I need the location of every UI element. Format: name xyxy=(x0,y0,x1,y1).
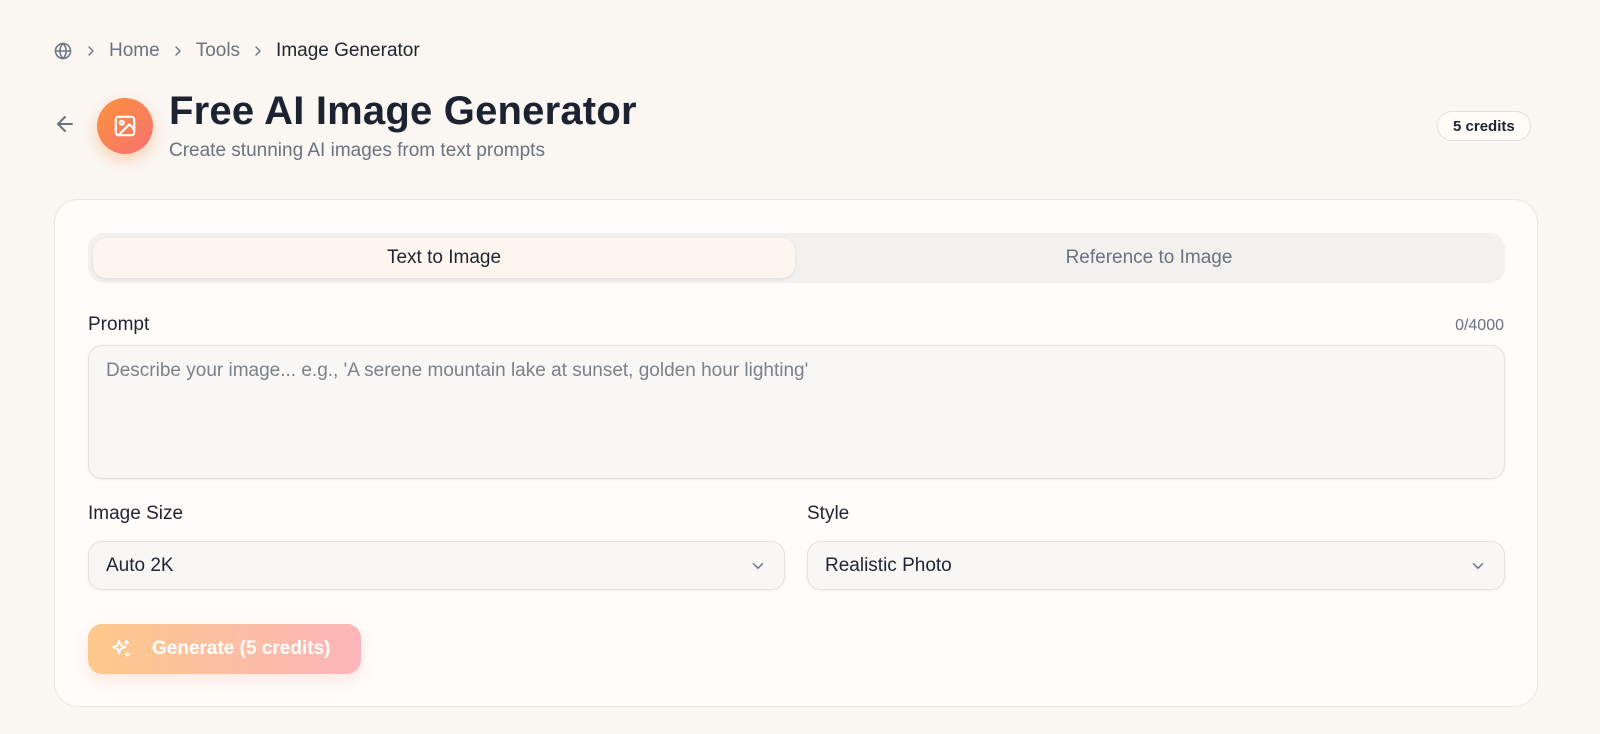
back-button[interactable] xyxy=(52,111,78,137)
sparkles-icon xyxy=(110,638,132,660)
image-size-select[interactable]: Auto 2K xyxy=(88,541,785,590)
chevron-right-icon xyxy=(250,43,266,59)
breadcrumb-tools-link[interactable]: Tools xyxy=(196,40,240,62)
tab-text-to-image[interactable]: Text to Image xyxy=(93,238,795,278)
globe-icon[interactable] xyxy=(53,41,73,61)
image-size-label: Image Size xyxy=(88,503,184,524)
prompt-label: Prompt xyxy=(88,314,150,335)
prompt-input[interactable] xyxy=(88,345,1505,479)
style-select[interactable]: Realistic Photo xyxy=(807,541,1505,590)
app-logo xyxy=(97,98,153,154)
prompt-char-counter: 0/4000 xyxy=(1455,317,1504,334)
page-subtitle: Create stunning AI images from text prom… xyxy=(169,140,545,161)
generate-button-label: Generate (5 credits) xyxy=(152,638,331,659)
mode-tabs: Text to Image Reference to Image xyxy=(88,233,1505,283)
image-icon xyxy=(112,113,138,139)
tab-reference-to-image[interactable]: Reference to Image xyxy=(798,238,1500,278)
style-label: Style xyxy=(807,503,850,524)
page-title: Free AI Image Generator xyxy=(169,89,637,133)
chevron-right-icon xyxy=(83,43,99,59)
breadcrumb-current: Image Generator xyxy=(276,40,420,61)
breadcrumb: Home Tools Image Generator xyxy=(53,38,420,64)
generate-button[interactable]: Generate (5 credits) xyxy=(88,624,361,674)
credits-badge: 5 credits xyxy=(1437,111,1531,141)
generator-card: Text to Image Reference to Image Prompt … xyxy=(54,199,1538,707)
style-value: Realistic Photo xyxy=(825,554,952,576)
chevron-down-icon xyxy=(1469,557,1487,575)
arrow-left-icon xyxy=(53,112,77,136)
breadcrumb-home-link[interactable]: Home xyxy=(109,40,160,62)
chevron-right-icon xyxy=(170,43,186,59)
image-size-value: Auto 2K xyxy=(106,554,174,576)
chevron-down-icon xyxy=(749,557,767,575)
